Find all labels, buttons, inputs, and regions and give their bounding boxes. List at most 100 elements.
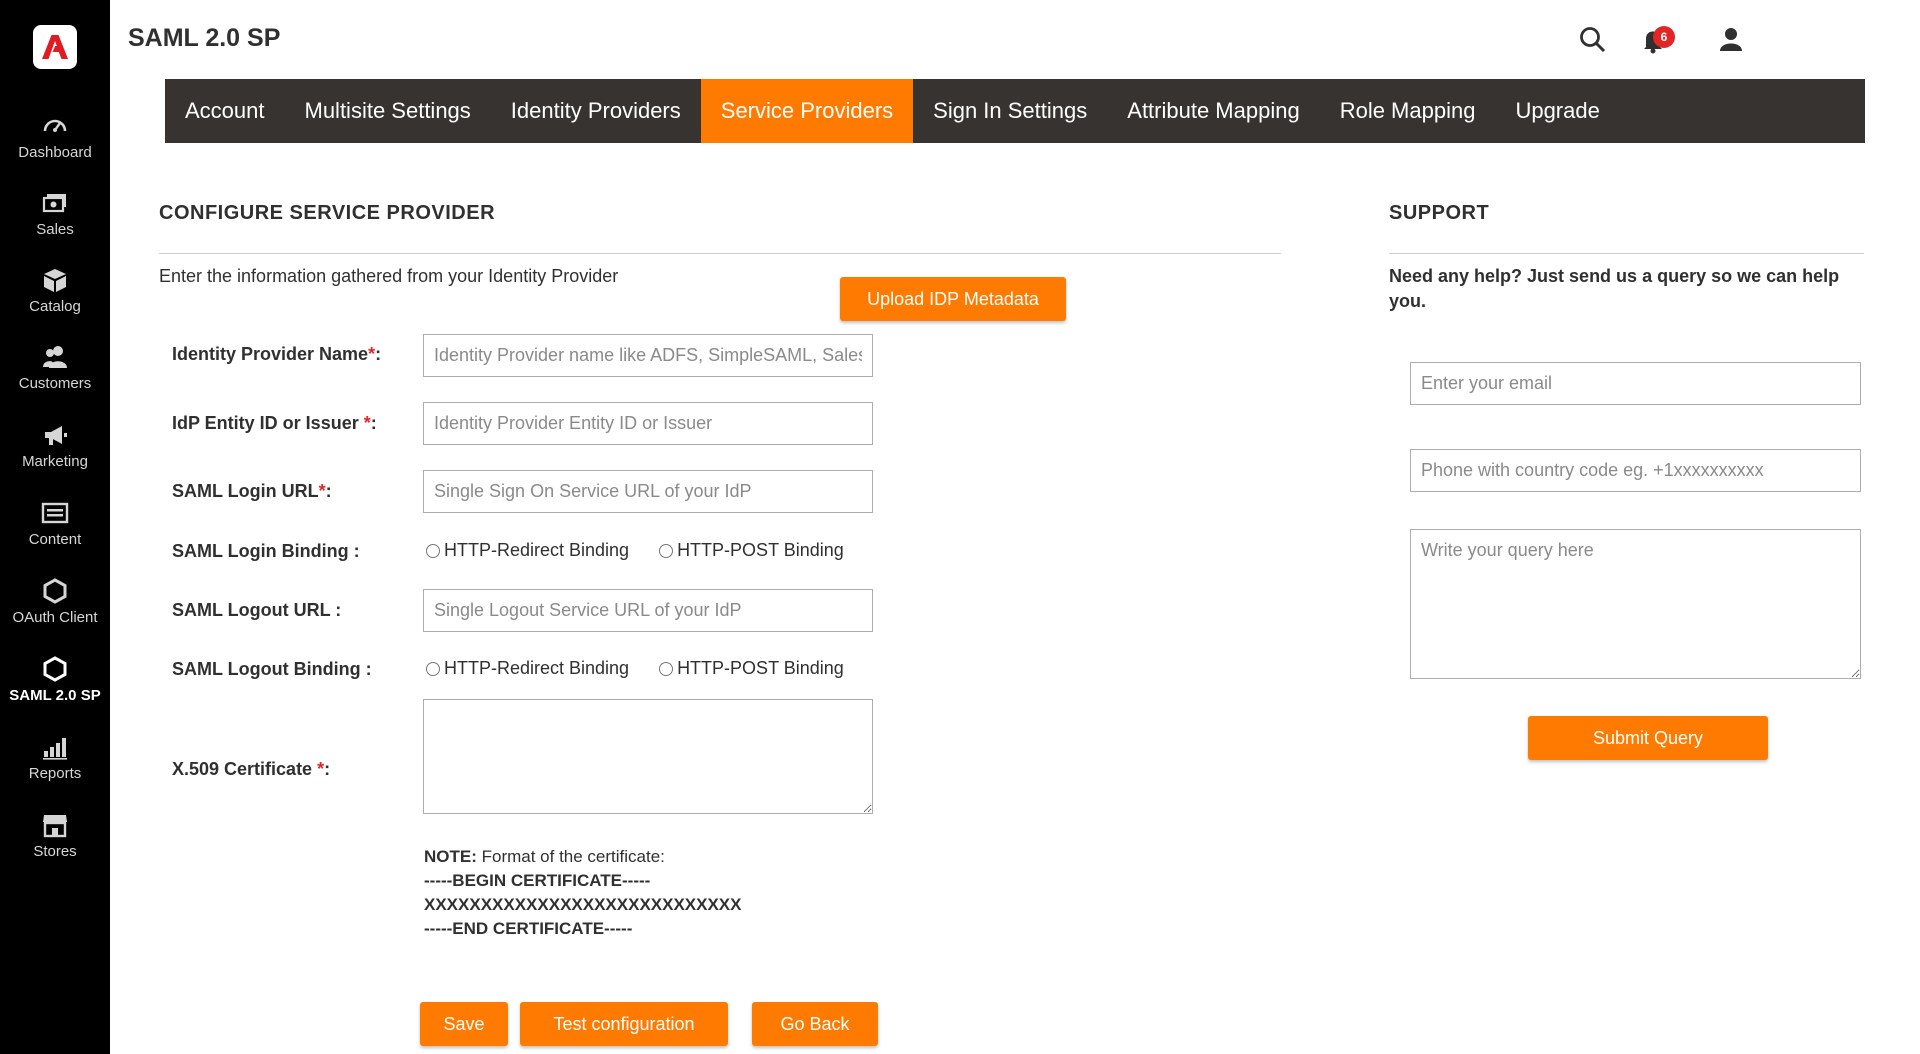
sidebar-item-label: Catalog [29, 298, 81, 315]
logout-binding-post-option[interactable]: HTTP-POST Binding [659, 658, 844, 679]
radio-label: HTTP-Redirect Binding [444, 540, 630, 560]
sidebar-item-catalog[interactable]: Catalog [0, 266, 110, 326]
support-help-text: Need any help? Just send us a query so w… [1389, 266, 1840, 311]
sidebar-item-label: Stores [33, 843, 77, 860]
label-colon: : [370, 413, 377, 433]
sidebar-item-marketing[interactable]: Marketing [0, 421, 110, 481]
tab-sign-in-settings[interactable]: Sign In Settings [913, 79, 1107, 143]
tab-bar: Account Multisite Settings Identity Prov… [165, 79, 1865, 143]
radio-label: HTTP-Redirect Binding [444, 658, 630, 678]
note-line: NOTE: Format of the certificate: [424, 845, 742, 869]
notification-count-badge: 6 [1653, 26, 1675, 48]
sidebar-item-label: Content [28, 531, 82, 548]
configure-section-heading: CONFIGURE SERVICE PROVIDER [159, 202, 496, 224]
search-button[interactable] [1577, 24, 1609, 56]
entity-id-input[interactable] [423, 402, 873, 445]
support-section-heading: SUPPORT [1389, 202, 1490, 224]
login-url-label: SAML Login URL*: [172, 481, 332, 502]
tab-upgrade[interactable]: Upgrade [1495, 79, 1619, 143]
section-divider [159, 253, 1281, 254]
configure-intro-text: Enter the information gathered from your… [159, 266, 619, 286]
reports-icon [43, 738, 67, 760]
test-configuration-button[interactable]: Test configuration [520, 1002, 728, 1046]
logout-url-label: SAML Logout URL : [172, 600, 342, 620]
support-phone-input[interactable] [1410, 449, 1861, 492]
sidebar-item-label: Reports [28, 765, 82, 782]
sidebar-item-saml-sp[interactable]: SAML 2.0 SP [0, 655, 110, 715]
radio-label: HTTP-POST Binding [677, 540, 844, 560]
note-body-line: XXXXXXXXXXXXXXXXXXXXXXXXXXXX [424, 895, 742, 914]
sidebar-item-reports[interactable]: Reports [0, 733, 110, 793]
customers-icon [43, 346, 67, 368]
note-label: NOTE: [424, 847, 477, 866]
logout-url-input[interactable] [423, 589, 873, 632]
note-begin-line: -----BEGIN CERTIFICATE----- [424, 871, 651, 890]
support-email-input[interactable] [1410, 362, 1861, 405]
tab-identity-providers[interactable]: Identity Providers [491, 79, 701, 143]
entity-id-label: IdP Entity ID or Issuer *: [172, 413, 377, 434]
login-binding-redirect-radio[interactable] [426, 543, 440, 558]
search-icon [1580, 27, 1606, 53]
idp-name-input[interactable] [423, 334, 873, 377]
content-icon [41, 502, 69, 524]
support-query-textarea[interactable] [1410, 529, 1861, 679]
page-title: SAML 2.0 SP [128, 24, 281, 52]
note-end-line: -----END CERTIFICATE----- [424, 919, 633, 938]
entity-id-label-text: IdP Entity ID or Issuer [172, 413, 364, 433]
certificate-label: X.509 Certificate *: [172, 759, 330, 780]
go-back-button[interactable]: Go Back [752, 1002, 878, 1046]
save-button[interactable]: Save [420, 1002, 508, 1046]
login-url-input[interactable] [423, 470, 873, 513]
account-button[interactable] [1715, 24, 1747, 56]
label-colon: : [375, 344, 382, 364]
adobe-logo-icon [42, 35, 68, 59]
note-text: Format of the certificate: [476, 847, 665, 866]
certificate-format-note: NOTE: Format of the certificate: -----BE… [424, 845, 742, 941]
login-binding-redirect-option[interactable]: HTTP-Redirect Binding [426, 540, 629, 561]
required-mark: * [363, 413, 371, 433]
login-binding-post-option[interactable]: HTTP-POST Binding [659, 540, 844, 561]
sidebar-item-oauth-client[interactable]: OAuth Client [0, 577, 110, 637]
logout-binding-radio-group: HTTP-Redirect Binding HTTP-POST Binding [426, 658, 874, 679]
sidebar-item-label: SAML 2.0 SP [9, 687, 101, 704]
logout-binding-post-radio[interactable] [659, 661, 674, 676]
login-binding-post-radio[interactable] [659, 543, 674, 558]
sidebar-item-label: OAuth Client [12, 609, 98, 626]
sidebar-item-sales[interactable]: Sales [0, 189, 110, 249]
label-colon: : [325, 481, 332, 501]
logout-binding-redirect-option[interactable]: HTTP-Redirect Binding [426, 658, 629, 679]
tab-account[interactable]: Account [165, 79, 285, 143]
tab-multisite-settings[interactable]: Multisite Settings [285, 79, 491, 143]
stores-icon [43, 815, 67, 838]
upload-idp-metadata-button[interactable]: Upload IDP Metadata [840, 277, 1066, 321]
sidebar-item-label: Customers [18, 375, 92, 392]
sidebar-item-content[interactable]: Content [0, 499, 110, 559]
submit-query-button[interactable]: Submit Query [1528, 716, 1768, 760]
login-binding-radio-group: HTTP-Redirect Binding HTTP-POST Binding [426, 540, 874, 561]
dashboard-icon [43, 119, 67, 132]
tab-service-providers[interactable]: Service Providers [700, 79, 914, 143]
login-binding-label: SAML Login Binding : [172, 541, 360, 561]
idp-name-label-text: Identity Provider Name [172, 344, 369, 364]
logout-binding-redirect-radio[interactable] [426, 661, 440, 676]
certificate-label-text: X.509 Certificate [172, 759, 318, 779]
user-icon [1720, 28, 1742, 51]
sidebar-item-customers[interactable]: Customers [0, 343, 110, 403]
idp-name-label: Identity Provider Name*: [172, 344, 381, 365]
megaphone-icon [45, 426, 67, 445]
sidebar-item-dashboard[interactable]: Dashboard [0, 112, 110, 172]
hexagon-icon [43, 578, 67, 604]
tab-role-mapping[interactable]: Role Mapping [1320, 79, 1496, 143]
adobe-logo[interactable] [33, 25, 77, 69]
required-mark: * [318, 481, 326, 501]
tab-attribute-mapping[interactable]: Attribute Mapping [1107, 79, 1319, 143]
section-divider [1389, 253, 1864, 254]
hexagon-icon [43, 656, 67, 682]
radio-label: HTTP-POST Binding [677, 658, 844, 678]
sales-icon [42, 194, 66, 213]
logout-binding-label: SAML Logout Binding : [172, 659, 372, 679]
certificate-textarea[interactable] [423, 699, 873, 814]
sidebar-item-stores[interactable]: Stores [0, 811, 110, 871]
login-url-label-text: SAML Login URL [172, 481, 319, 501]
catalog-icon [44, 269, 66, 292]
